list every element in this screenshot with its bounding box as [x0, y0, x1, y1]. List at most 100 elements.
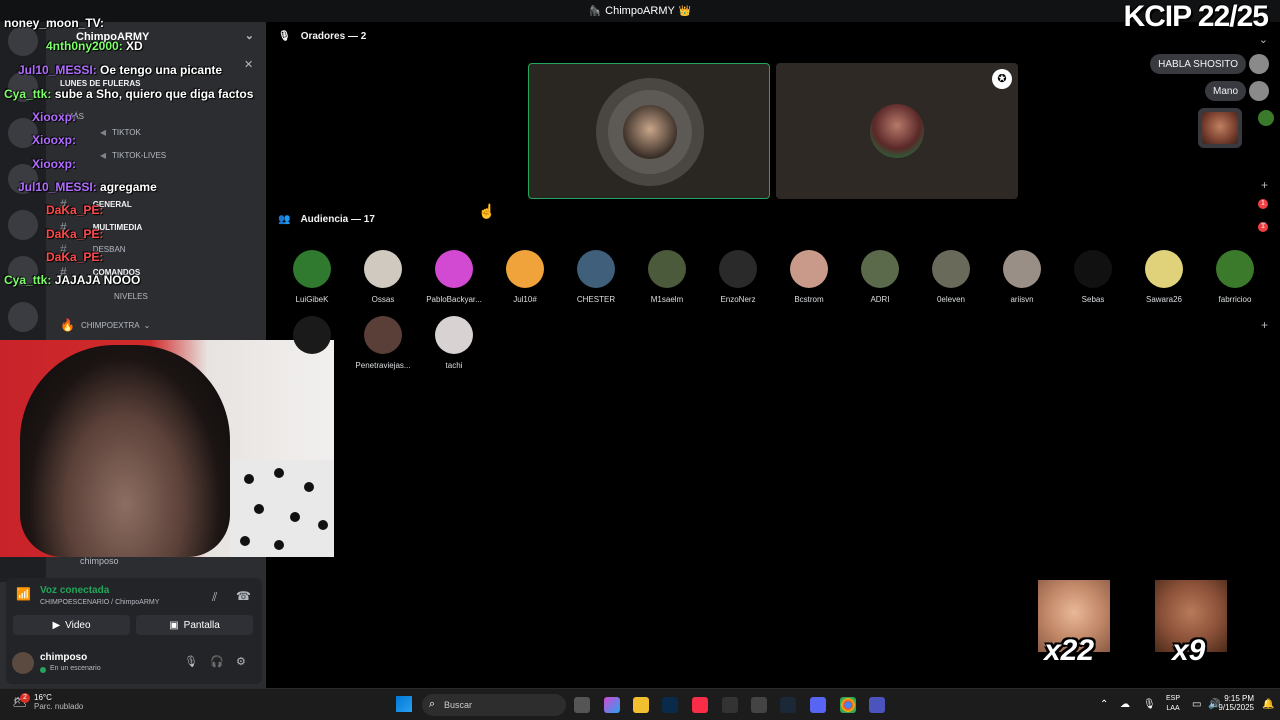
voice-channel[interactable]: CHIMPOESCENARIO / ChimpoARMY [40, 599, 159, 606]
channel-tiktok[interactable]: ◂ TIKTOK [100, 123, 141, 141]
emote-image [1202, 112, 1238, 144]
audience-member[interactable]: M1saelm [637, 250, 697, 304]
microphone-icon[interactable]: 🎙 [1143, 699, 1156, 710]
channel-tiktok-lives[interactable]: ◂ TIKTOK-LIVES [100, 146, 166, 164]
audience-member[interactable]: Sebas [1063, 250, 1123, 304]
avatar [293, 316, 331, 354]
chevron-down-icon[interactable]: ⌄ [1259, 33, 1268, 46]
hand-raise-request[interactable]: HABLA SHOSITO [1150, 54, 1246, 74]
close-icon[interactable]: ✕ [244, 58, 253, 71]
photoshop-icon[interactable] [662, 697, 678, 713]
audience-member[interactable]: ADRI [850, 250, 910, 304]
audience-member[interactable]: 0eleven [921, 250, 981, 304]
audience-member[interactable]: Sawara26 [1134, 250, 1194, 304]
notification-bell-icon[interactable]: 🔔 [1262, 699, 1274, 710]
headphones-icon[interactable]: 🎧 [210, 655, 224, 668]
add-channel-icon[interactable]: + [1261, 178, 1268, 192]
discord-icon[interactable] [810, 697, 826, 713]
chat-line: noney_moon_TV: [4, 16, 104, 30]
audience-member[interactable]: Jul10# [495, 250, 555, 304]
audience-member[interactable]: LuiGibeK [282, 250, 342, 304]
speakers-header: 🎙 Oradores — 2 [278, 31, 366, 42]
audience-member[interactable]: PabloBackyar... [424, 250, 484, 304]
search-input[interactable]: ⌕ Buscar [422, 694, 566, 716]
music-icon[interactable] [692, 697, 708, 713]
chevron-down-icon[interactable]: ⌄ [245, 29, 254, 42]
app-icon[interactable] [722, 697, 738, 713]
time: 9:15 PM [1224, 694, 1254, 703]
language-indicator[interactable]: ESP LAA [1166, 694, 1180, 714]
chat-user: Xiooxp: [32, 157, 76, 171]
category-chimpoextra[interactable]: 🔥 CHIMPOEXTRA ⌄ [60, 316, 150, 334]
chat-user: Xiooxp: [32, 133, 76, 147]
teams-icon[interactable] [869, 697, 885, 713]
chevron-up-icon[interactable]: ⌃ [1100, 699, 1108, 710]
add-channel-icon[interactable]: + [1261, 318, 1268, 332]
video-button[interactable]: ▶ Video [13, 615, 130, 635]
stream-counter: KCIP 22/25 [1123, 0, 1269, 33]
chat-line: Xiooxp: [32, 133, 76, 147]
noise-suppression-icon[interactable]: ⫽ [212, 590, 217, 605]
server-icon[interactable] [8, 26, 38, 56]
avatar[interactable] [1249, 54, 1269, 74]
disconnect-icon[interactable]: ☎ [236, 589, 251, 603]
screen-label: Pantalla [183, 619, 220, 631]
audience-member[interactable]: CHESTER [566, 250, 626, 304]
speaker-tile[interactable] [528, 63, 770, 199]
avatar[interactable] [12, 652, 34, 674]
server-icon[interactable] [8, 302, 38, 332]
avatar [435, 250, 473, 288]
audience-name: Sawara26 [1145, 295, 1183, 304]
clock[interactable]: 9:15 PM 9/15/2025 [1218, 694, 1254, 712]
chat-line: Jul10_MESSI: agregame [18, 180, 157, 194]
search-placeholder: Buscar [444, 700, 473, 710]
server-emoji-icon: 🦍 [588, 5, 602, 17]
chevron-down-icon[interactable]: ⌄ [1259, 215, 1268, 228]
steam-icon[interactable] [780, 697, 796, 713]
microphone-icon[interactable]: 🎙 [184, 655, 198, 668]
channel-label: NIVELES [114, 291, 148, 301]
epic-games-icon[interactable] [751, 697, 767, 713]
chat-user: Jul10_MESSI: [18, 63, 97, 77]
voice-status: Voz conectada [40, 585, 110, 596]
temperature: 16°C [34, 693, 52, 702]
chat-user: DaKa_PE: [46, 227, 104, 241]
avatar[interactable] [1258, 110, 1274, 126]
audience-member[interactable]: tachi [424, 316, 484, 370]
avatar [719, 250, 757, 288]
cloud-icon[interactable]: ☁ [1120, 699, 1130, 710]
request-thumbnail[interactable] [1198, 108, 1242, 148]
screen-share-button[interactable]: ▣ Pantalla [136, 615, 253, 635]
windows-start-icon[interactable] [396, 696, 412, 712]
audience-name: Ossas [371, 295, 395, 304]
audience-member[interactable]: Ossas [353, 250, 413, 304]
chat-user: 4nth0ny2000: [46, 39, 123, 53]
moderator-badge-icon: ✪ [992, 69, 1012, 89]
speaker-avatar [870, 104, 924, 158]
chat-line: Xiooxp: [32, 157, 76, 171]
audience-member[interactable]: Penetraviejas... [353, 316, 413, 370]
gear-icon[interactable]: ⚙ [236, 655, 246, 668]
file-explorer-icon[interactable] [633, 697, 649, 713]
camera-icon: ▶ [52, 619, 61, 631]
channel-niveles[interactable]: NIVELES [100, 287, 148, 305]
copilot-icon[interactable] [604, 697, 620, 713]
server-icon[interactable] [8, 210, 38, 240]
monitor-icon[interactable]: ▭ [1192, 699, 1201, 710]
lang-code: ESP [1166, 695, 1181, 702]
audience-member[interactable]: Bcstrom [779, 250, 839, 304]
audience-member[interactable]: EnzoNerz [708, 250, 768, 304]
chrome-icon[interactable] [840, 697, 856, 713]
audience-member[interactable]: ariisvn [992, 250, 1052, 304]
avatar [364, 250, 402, 288]
weather-widget[interactable]: 16°C Parc. nublado [34, 693, 83, 711]
task-view-icon[interactable] [574, 697, 590, 713]
hand-raise-request[interactable]: Mano [1204, 81, 1246, 101]
audience-member[interactable] [282, 316, 342, 361]
audience-member[interactable]: fabrricioo [1205, 250, 1265, 304]
audience-icon: 👥 [278, 214, 291, 225]
user-status: En un escenario [50, 665, 101, 672]
speaker-tile[interactable]: ✪ [776, 63, 1018, 199]
avatar[interactable] [1249, 81, 1269, 101]
user-panel: chimposo En un escenario 🎙 🎧 ⚙ [12, 650, 256, 678]
